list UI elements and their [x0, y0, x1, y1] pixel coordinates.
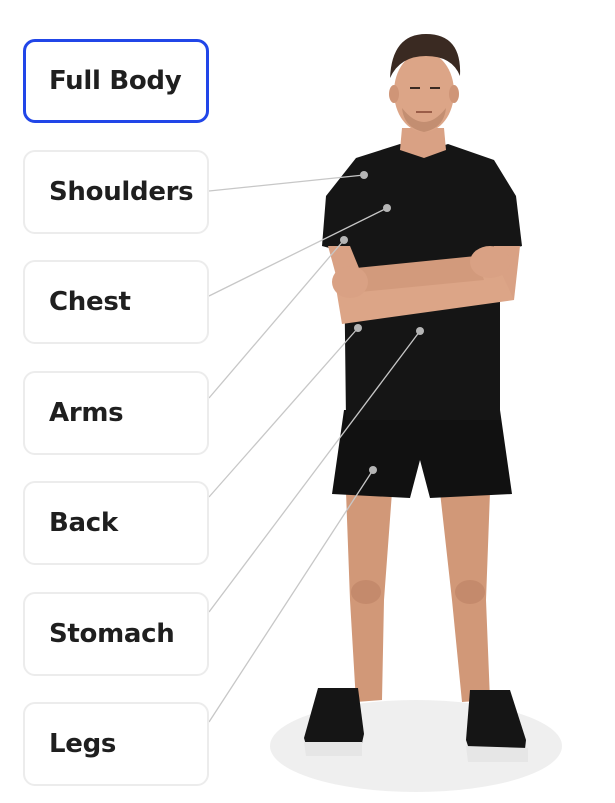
arms-button[interactable]: Arms: [23, 371, 209, 455]
back-button[interactable]: Back: [23, 481, 209, 565]
connector-legs: [208, 469, 374, 723]
hand-right: [470, 246, 510, 278]
marker-back: [354, 324, 362, 332]
full-body-label: Full Body: [49, 66, 182, 96]
legs-button[interactable]: Legs: [23, 702, 209, 786]
shoulders-button[interactable]: Shoulders: [23, 150, 209, 234]
arms-label: Arms: [49, 398, 124, 428]
chest-button[interactable]: Chest: [23, 260, 209, 344]
right-shoe-sole: [466, 746, 528, 762]
body-part-picker: Full Body Shoulders Chest Arms Back Stom…: [0, 0, 615, 803]
ear-left: [389, 85, 399, 103]
marker-arms: [340, 236, 348, 244]
shoulders-label: Shoulders: [49, 177, 194, 207]
marker-shoulders: [360, 171, 368, 179]
back-label: Back: [49, 508, 118, 538]
stomach-button[interactable]: Stomach: [23, 592, 209, 676]
ear-right: [449, 85, 459, 103]
head: [394, 52, 454, 132]
left-shoe-sole: [304, 742, 362, 756]
marker-chest: [383, 204, 391, 212]
full-body-button[interactable]: Full Body: [23, 39, 209, 123]
shorts: [332, 410, 512, 498]
hand-left: [332, 266, 368, 298]
marker-legs: [369, 466, 377, 474]
marker-stomach: [416, 327, 424, 335]
connector-arms: [208, 239, 345, 399]
legs-label: Legs: [49, 729, 117, 759]
stomach-label: Stomach: [49, 619, 175, 649]
chest-label: Chest: [49, 287, 131, 317]
